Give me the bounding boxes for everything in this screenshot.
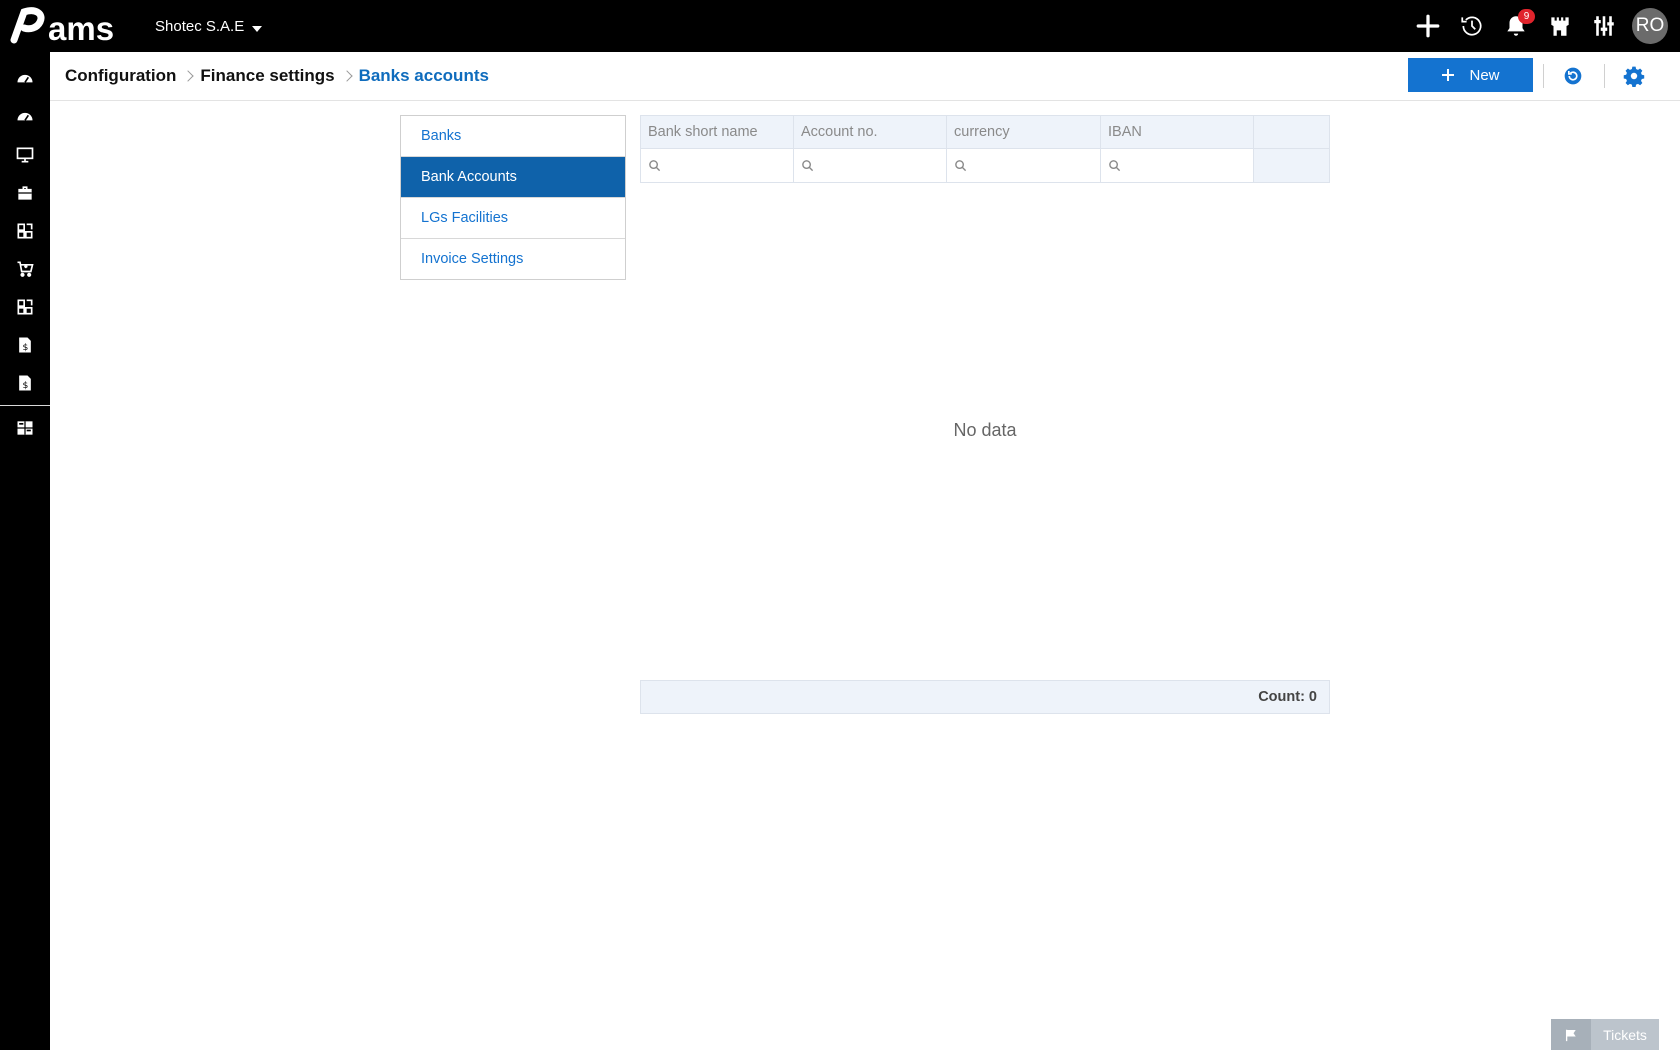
sidebar: $ $ — [0, 52, 50, 1050]
settings-menu: Banks Bank Accounts LGs Facilities Invoi… — [400, 115, 626, 280]
svg-text:$: $ — [23, 380, 29, 391]
sidebar-invoice-icon[interactable]: $ — [0, 326, 50, 364]
column-header-currency[interactable]: currency — [947, 115, 1101, 149]
tickets-button[interactable]: Tickets — [1551, 1019, 1659, 1050]
filter-account-no-input[interactable] — [794, 149, 947, 183]
menu-item-bank-accounts[interactable]: Bank Accounts — [401, 157, 625, 198]
flag-icon — [1551, 1019, 1591, 1050]
breadcrumb-banks-accounts: Banks accounts — [358, 66, 489, 85]
sidebar-modules-icon[interactable] — [0, 212, 50, 250]
menu-item-invoice-settings[interactable]: Invoice Settings — [401, 239, 625, 279]
sidebar-dashboard-icon[interactable] — [0, 60, 50, 98]
app-logo[interactable]: ams — [10, 6, 132, 47]
chevron-down-icon — [252, 25, 263, 32]
grid-header-row: Bank short name Account no. currency IBA… — [640, 115, 1330, 149]
search-icon — [649, 160, 661, 172]
gear-icon[interactable] — [1620, 62, 1648, 90]
svg-text:$: $ — [23, 342, 29, 353]
filter-actions-cell — [1254, 149, 1330, 183]
sidebar-cart-icon[interactable] — [0, 250, 50, 288]
tickets-label: Tickets — [1603, 1026, 1647, 1043]
castle-icon[interactable] — [1538, 0, 1582, 52]
no-data-message: No data — [953, 420, 1017, 440]
menu-item-lgs-facilities[interactable]: LGs Facilities — [401, 198, 625, 239]
company-name: Shotec S.A.E — [155, 18, 245, 35]
plus-icon — [1442, 69, 1455, 81]
column-header-actions — [1254, 115, 1330, 149]
bank-accounts-grid: Bank short name Account no. currency IBA… — [640, 115, 1330, 183]
user-avatar[interactable]: RO — [1632, 8, 1668, 44]
new-button[interactable]: New — [1408, 58, 1533, 92]
header-divider — [1604, 64, 1605, 88]
top-bar: ams Shotec S.A.E 9 RO — [0, 0, 1680, 52]
svg-text:ams: ams — [48, 10, 114, 46]
header-divider — [1543, 64, 1544, 88]
sidebar-monitor-icon[interactable] — [0, 136, 50, 174]
grid-footer: Count: 0 — [640, 680, 1330, 714]
search-icon — [802, 160, 814, 172]
history-icon[interactable] — [1450, 0, 1494, 52]
sidebar-modules-2-icon[interactable] — [0, 288, 50, 326]
add-icon[interactable] — [1406, 0, 1450, 52]
filter-currency-input[interactable] — [947, 149, 1101, 183]
page-header: Configuration Finance settings Banks acc… — [50, 52, 1680, 101]
company-selector[interactable]: Shotec S.A.E — [155, 18, 263, 35]
sidebar-briefcase-icon[interactable] — [0, 174, 50, 212]
sidebar-invoice-2-icon[interactable]: $ — [0, 364, 50, 402]
breadcrumb: Configuration Finance settings Banks acc… — [65, 52, 489, 100]
search-icon — [1109, 160, 1121, 172]
filter-bank-short-name-input[interactable] — [640, 149, 794, 183]
new-button-label: New — [1469, 66, 1500, 84]
grid-filter-row — [640, 149, 1330, 183]
column-header-iban[interactable]: IBAN — [1101, 115, 1254, 149]
pams-logo-graphic: ams — [10, 7, 114, 47]
column-header-bank-short-name[interactable]: Bank short name — [640, 115, 794, 149]
notification-badge: 9 — [1518, 9, 1535, 24]
record-count: Count: 0 — [1258, 689, 1317, 705]
filter-iban-input[interactable] — [1101, 149, 1254, 183]
sidebar-dashboard-2-icon[interactable] — [0, 98, 50, 136]
menu-item-banks[interactable]: Banks — [401, 116, 625, 157]
sliders-icon[interactable] — [1582, 0, 1626, 52]
sidebar-divider — [0, 405, 50, 406]
breadcrumb-configuration[interactable]: Configuration — [65, 66, 176, 86]
chevron-right-icon — [182, 70, 195, 82]
notifications-bell-icon[interactable]: 9 — [1494, 0, 1538, 52]
breadcrumb-finance-settings[interactable]: Finance settings — [200, 66, 334, 86]
search-icon — [955, 160, 967, 172]
refresh-icon[interactable] — [1559, 62, 1587, 90]
chevron-right-icon — [340, 70, 353, 82]
sidebar-settings-panel-icon[interactable] — [0, 409, 50, 447]
column-header-account-no[interactable]: Account no. — [794, 115, 947, 149]
